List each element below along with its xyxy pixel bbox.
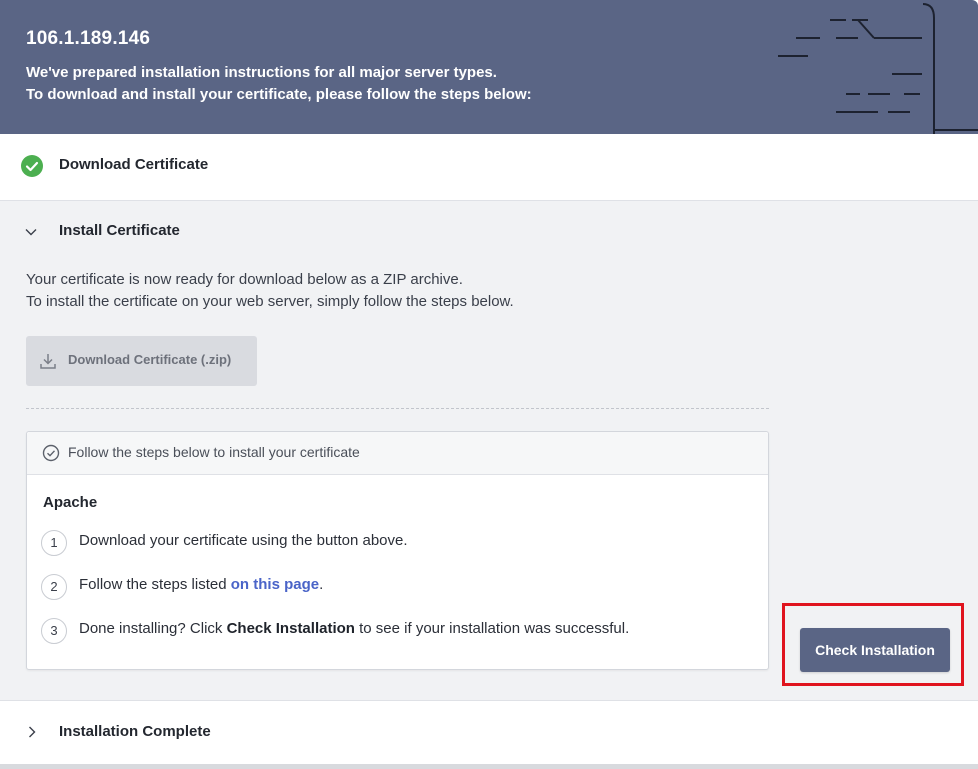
step-text-after: to see if your installation was successf…: [354, 620, 630, 637]
step-text-after: .: [319, 576, 324, 593]
header-banner: 106.1.189.146 We've prepared installatio…: [0, 0, 978, 134]
install-steps-card: Follow the steps below to install your c…: [26, 431, 769, 670]
check-circle-outline-icon: [42, 444, 60, 462]
step-text: Follow the steps listed on this page.: [79, 576, 323, 593]
step-number: 3: [41, 618, 67, 644]
dashed-divider: [26, 408, 769, 409]
header-line-1: We've prepared installation instructions…: [26, 64, 497, 81]
section-download-label: Download Certificate: [59, 156, 209, 173]
header-line-2: To download and install your certificate…: [26, 86, 532, 103]
download-button-label: Download Certificate (.zip): [68, 352, 232, 367]
step-text: Done installing? Click Check Installatio…: [79, 620, 629, 637]
page: 106.1.189.146 We've prepared installatio…: [0, 0, 978, 769]
section-complete-label: Installation Complete: [59, 723, 211, 740]
steps-card-header-label: Follow the steps below to install your c…: [68, 444, 360, 460]
bottom-border: [0, 764, 978, 769]
install-step: 1 Download your certificate using the bu…: [41, 530, 741, 558]
download-icon: [40, 354, 56, 369]
check-installation-button[interactable]: Check Installation: [800, 628, 950, 672]
install-intro-line-1: Your certificate is now ready for downlo…: [26, 271, 463, 288]
install-step: 2 Follow the steps listed on this page.: [41, 574, 741, 602]
chevron-down-icon: [25, 229, 37, 236]
install-step: 3 Done installing? Click Check Installat…: [41, 618, 741, 646]
install-intro-line-2: To install the certificate on your web s…: [26, 293, 514, 310]
step-number: 1: [41, 530, 67, 556]
step-text-before: Follow the steps listed: [79, 576, 231, 593]
step-text-bold: Check Installation: [226, 620, 355, 637]
check-circle-icon: [21, 155, 43, 177]
section-install-certificate: Install Certificate Your certificate is …: [0, 201, 978, 700]
section-installation-complete[interactable]: Installation Complete: [0, 700, 978, 766]
step-text-before: Done installing? Click: [79, 620, 227, 637]
download-certificate-zip-button[interactable]: Download Certificate (.zip): [26, 336, 257, 386]
server-ip-title: 106.1.189.146: [26, 28, 151, 49]
section-install-header[interactable]: Install Certificate: [0, 201, 978, 261]
section-download-certificate[interactable]: Download Certificate: [0, 134, 978, 201]
server-type-heading: Apache: [43, 494, 98, 511]
on-this-page-link[interactable]: on this page: [231, 576, 319, 593]
step-number: 2: [41, 574, 67, 600]
section-install-label: Install Certificate: [59, 222, 180, 239]
step-text-content: Download your certificate using the butt…: [79, 532, 408, 549]
steps-card-header: Follow the steps below to install your c…: [27, 432, 768, 475]
step-text: Download your certificate using the butt…: [79, 532, 408, 549]
decorative-code-lines-icon: [778, 3, 978, 134]
chevron-right-icon: [29, 726, 36, 738]
